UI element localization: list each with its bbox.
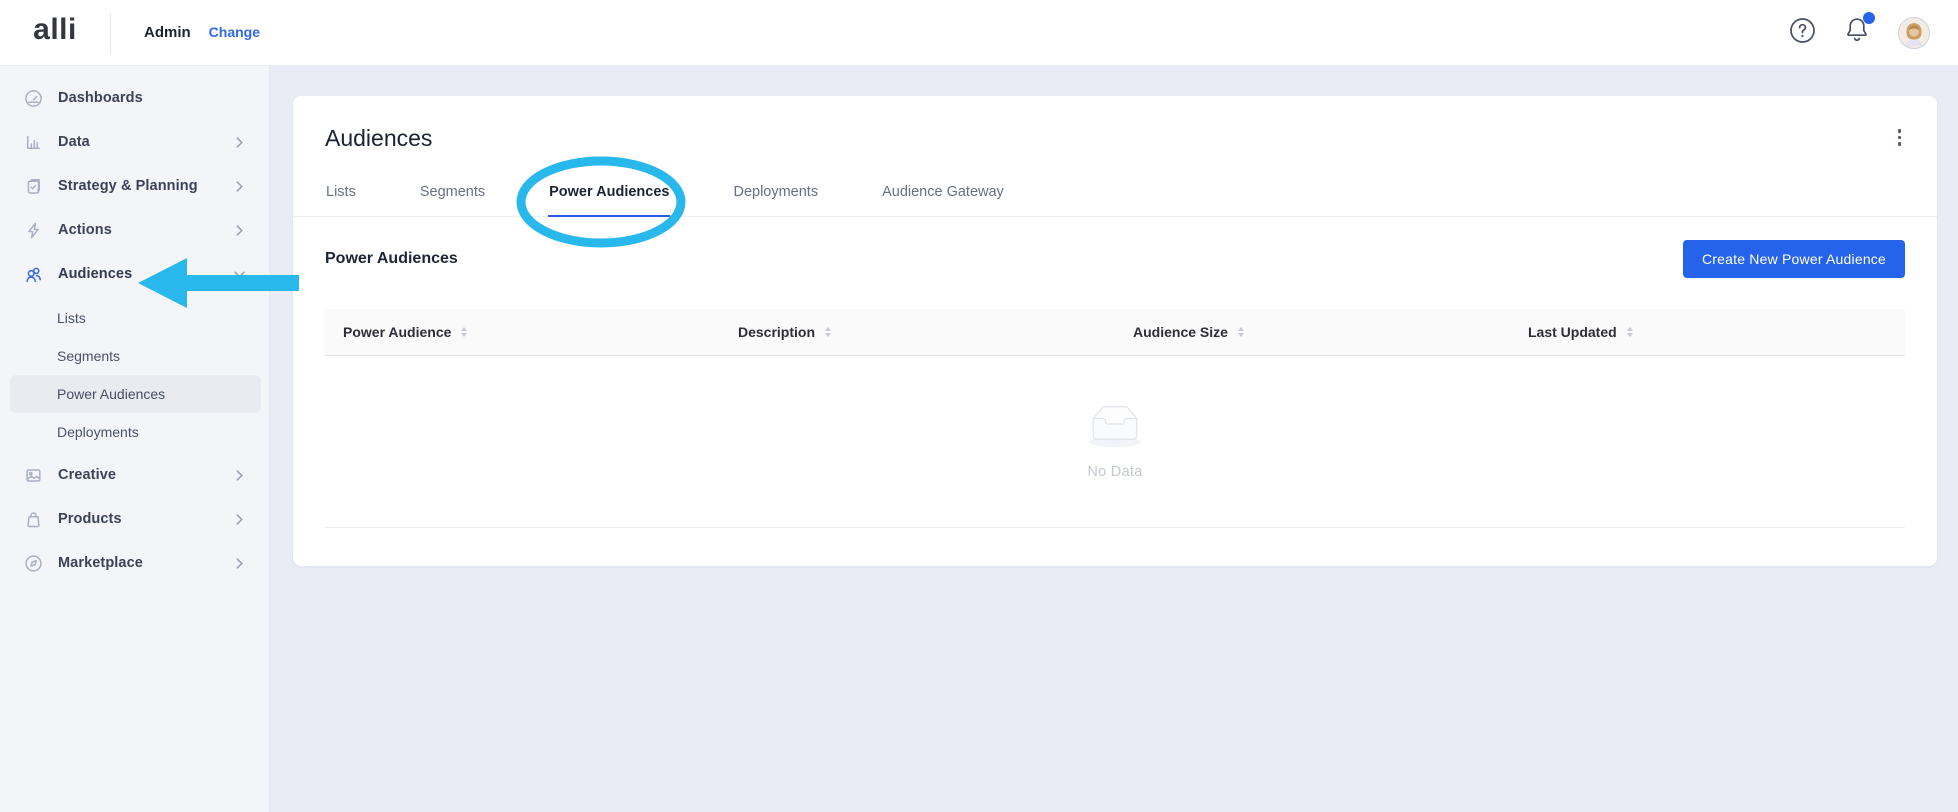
lightning-icon (24, 221, 43, 240)
tab-lists[interactable]: Lists (325, 170, 357, 216)
sidebar-item-label: Creative (58, 467, 234, 483)
sidebar-item-actions[interactable]: Actions (0, 208, 269, 252)
change-workspace-link[interactable]: Change (209, 24, 260, 40)
page-title: Audiences (325, 123, 432, 153)
sidebar-item-label: Strategy & Planning (58, 178, 234, 194)
chevron-right-icon (234, 137, 245, 148)
audiences-submenu: Lists Segments Power Audiences Deploymen… (0, 296, 269, 453)
notifications-button[interactable] (1844, 16, 1870, 49)
sidebar-item-dashboards[interactable]: Dashboards (0, 76, 269, 120)
more-options-button[interactable] (1894, 123, 1906, 152)
sidebar-item-label: Actions (58, 222, 234, 238)
help-button[interactable] (1789, 17, 1816, 49)
section-title: Power Audiences (325, 250, 458, 268)
gauge-icon (24, 89, 43, 108)
chevron-right-icon (234, 181, 245, 192)
create-new-power-audience-button[interactable]: Create New Power Audience (1683, 240, 1905, 278)
power-audiences-table: Power Audience Description Audience Size… (325, 309, 1905, 528)
sidebar-subitem-lists[interactable]: Lists (10, 299, 261, 337)
tab-audience-gateway[interactable]: Audience Gateway (881, 170, 1005, 216)
alli-logo: alli (33, 15, 77, 51)
sidebar-item-label: Data (58, 134, 234, 150)
image-icon (24, 466, 43, 485)
empty-state: No Data (325, 356, 1905, 528)
workspace-switcher: Admin Change (144, 24, 260, 41)
chevron-right-icon (234, 225, 245, 236)
table-header-row: Power Audience Description Audience Size… (325, 309, 1905, 356)
column-header-description[interactable]: Description (720, 324, 1115, 340)
avatar (1898, 17, 1930, 49)
kebab-dot (1898, 136, 1902, 140)
people-icon (24, 265, 43, 284)
empty-state-text: No Data (1087, 464, 1142, 480)
workspace-name: Admin (144, 24, 191, 41)
chevron-right-icon (234, 514, 245, 525)
sort-carets-icon (461, 327, 467, 337)
top-header-bar: alli Admin Change (0, 0, 1958, 66)
header-divider (110, 13, 111, 53)
sidebar-item-marketplace[interactable]: Marketplace (0, 541, 269, 585)
chevron-right-icon (234, 558, 245, 569)
sidebar-item-label: Marketplace (58, 555, 234, 571)
sidebar-item-audiences[interactable]: Audiences (0, 252, 269, 296)
compass-icon (24, 554, 43, 573)
header-actions (1789, 16, 1958, 49)
tab-deployments[interactable]: Deployments (732, 170, 819, 216)
sidebar-item-strategy-planning[interactable]: Strategy & Planning (0, 164, 269, 208)
notification-badge-dot (1863, 12, 1875, 24)
kebab-dot (1898, 142, 1902, 146)
sidebar-item-data[interactable]: Data (0, 120, 269, 164)
sidebar-subitem-segments[interactable]: Segments (10, 337, 261, 375)
bar-chart-icon (24, 133, 43, 152)
sidebar-item-label: Products (58, 511, 234, 527)
chevron-right-icon (234, 470, 245, 481)
chevron-down-icon (234, 269, 245, 280)
section-header-row: Power Audiences Create New Power Audienc… (293, 240, 1937, 278)
audiences-page-card: Audiences Lists Segments Power Audiences… (293, 96, 1937, 566)
sort-carets-icon (1627, 327, 1633, 337)
sidebar-item-creative[interactable]: Creative (0, 453, 269, 497)
logo-container: alli (0, 15, 110, 51)
column-header-audience-size[interactable]: Audience Size (1115, 324, 1510, 340)
shopping-bag-icon (24, 510, 43, 529)
sidebar-subitem-power-audiences[interactable]: Power Audiences (10, 375, 261, 413)
user-menu-button[interactable] (1898, 17, 1930, 49)
sidebar-item-label: Dashboards (58, 90, 245, 106)
audiences-tab-bar: Lists Segments Power Audiences Deploymen… (293, 170, 1937, 217)
kebab-dot (1898, 129, 1902, 133)
tab-power-audiences[interactable]: Power Audiences (548, 170, 670, 217)
tab-segments[interactable]: Segments (419, 170, 486, 216)
clipboard-icon (24, 177, 43, 196)
card-header: Audiences (293, 96, 1937, 153)
sort-carets-icon (825, 327, 831, 337)
help-icon (1789, 17, 1816, 49)
sort-carets-icon (1238, 327, 1244, 337)
column-header-power-audience[interactable]: Power Audience (325, 324, 720, 340)
sidebar-item-products[interactable]: Products (0, 497, 269, 541)
sidebar-nav: Dashboards Data Strategy & Planning (0, 66, 270, 812)
column-header-last-updated[interactable]: Last Updated (1510, 324, 1905, 340)
sidebar-subitem-deployments[interactable]: Deployments (10, 413, 261, 451)
sidebar-item-label: Audiences (58, 266, 234, 282)
empty-inbox-icon (1082, 404, 1148, 455)
